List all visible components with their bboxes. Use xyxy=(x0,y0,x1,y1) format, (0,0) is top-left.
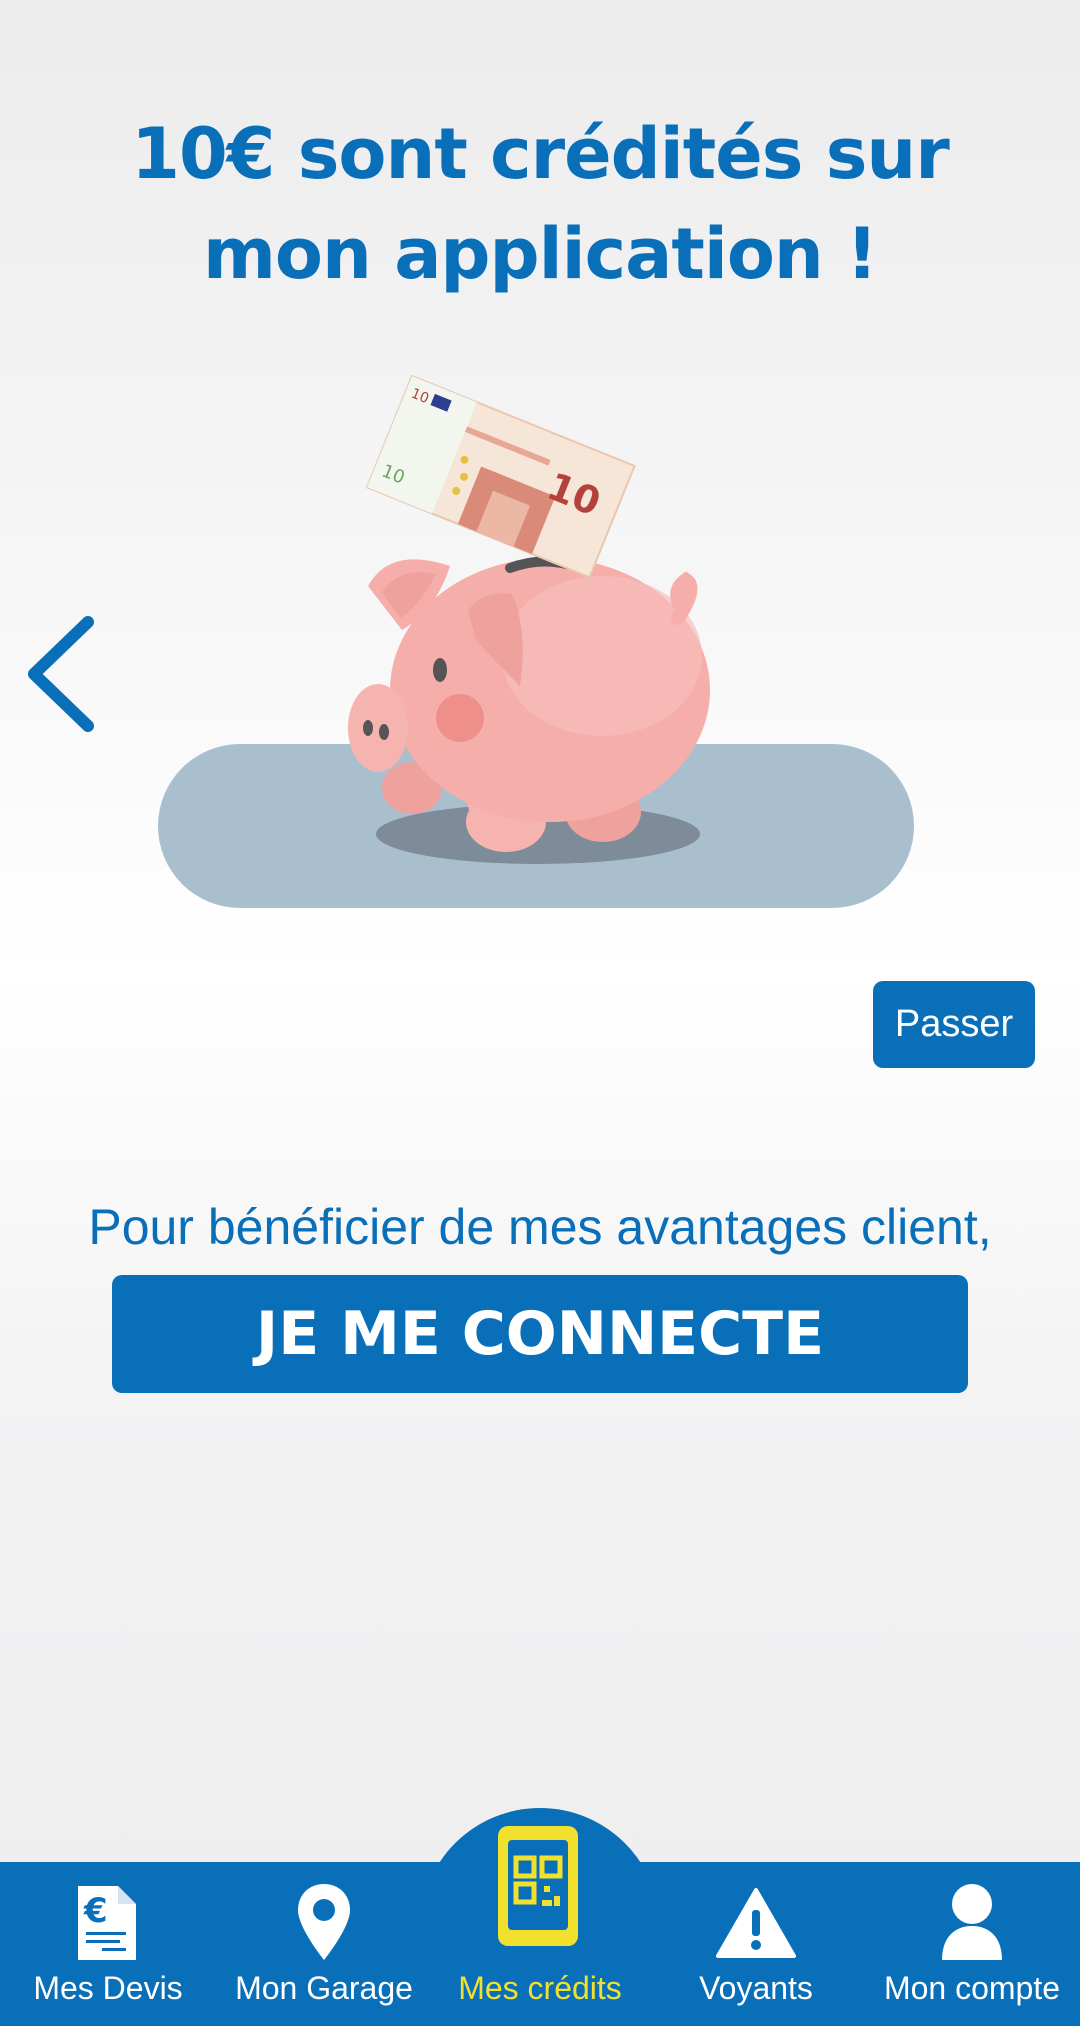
quote-document-icon: € xyxy=(78,1886,136,1960)
skip-button[interactable]: Passer xyxy=(873,981,1035,1068)
nav-label: Voyants xyxy=(699,1970,813,2006)
warning-icon xyxy=(716,1888,796,1958)
nav-item-mes-devis[interactable]: € Mes Devis xyxy=(0,1862,216,2026)
nav-item-mes-credits[interactable]: Mes crédits xyxy=(432,1826,648,2026)
user-icon xyxy=(942,1884,1002,1960)
nav-item-mon-compte[interactable]: Mon compte xyxy=(864,1862,1080,2026)
nav-label: Mon compte xyxy=(883,1970,1061,2006)
nav-label: Mes crédits xyxy=(458,1970,622,2006)
piggy-bank-illustration: 10 10 10 xyxy=(158,374,914,908)
nav-item-voyants[interactable]: Voyants xyxy=(648,1862,864,2026)
location-pin-icon xyxy=(298,1884,350,1960)
qr-phone-icon xyxy=(498,1826,578,1946)
nav-label: Mes Devis xyxy=(33,1970,183,2006)
svg-text:€: € xyxy=(83,1891,108,1931)
nav-label: Mon Garage xyxy=(235,1970,413,2006)
page-title: 10€ sont crédités sur mon application ! xyxy=(131,113,950,295)
connect-button[interactable]: JE ME CONNECTE xyxy=(112,1275,968,1393)
chevron-left-icon[interactable] xyxy=(22,612,100,736)
nav-item-mon-garage[interactable]: Mon Garage xyxy=(216,1862,432,2026)
benefit-text: Pour bénéficier de mes avantages client, xyxy=(88,1199,992,1255)
